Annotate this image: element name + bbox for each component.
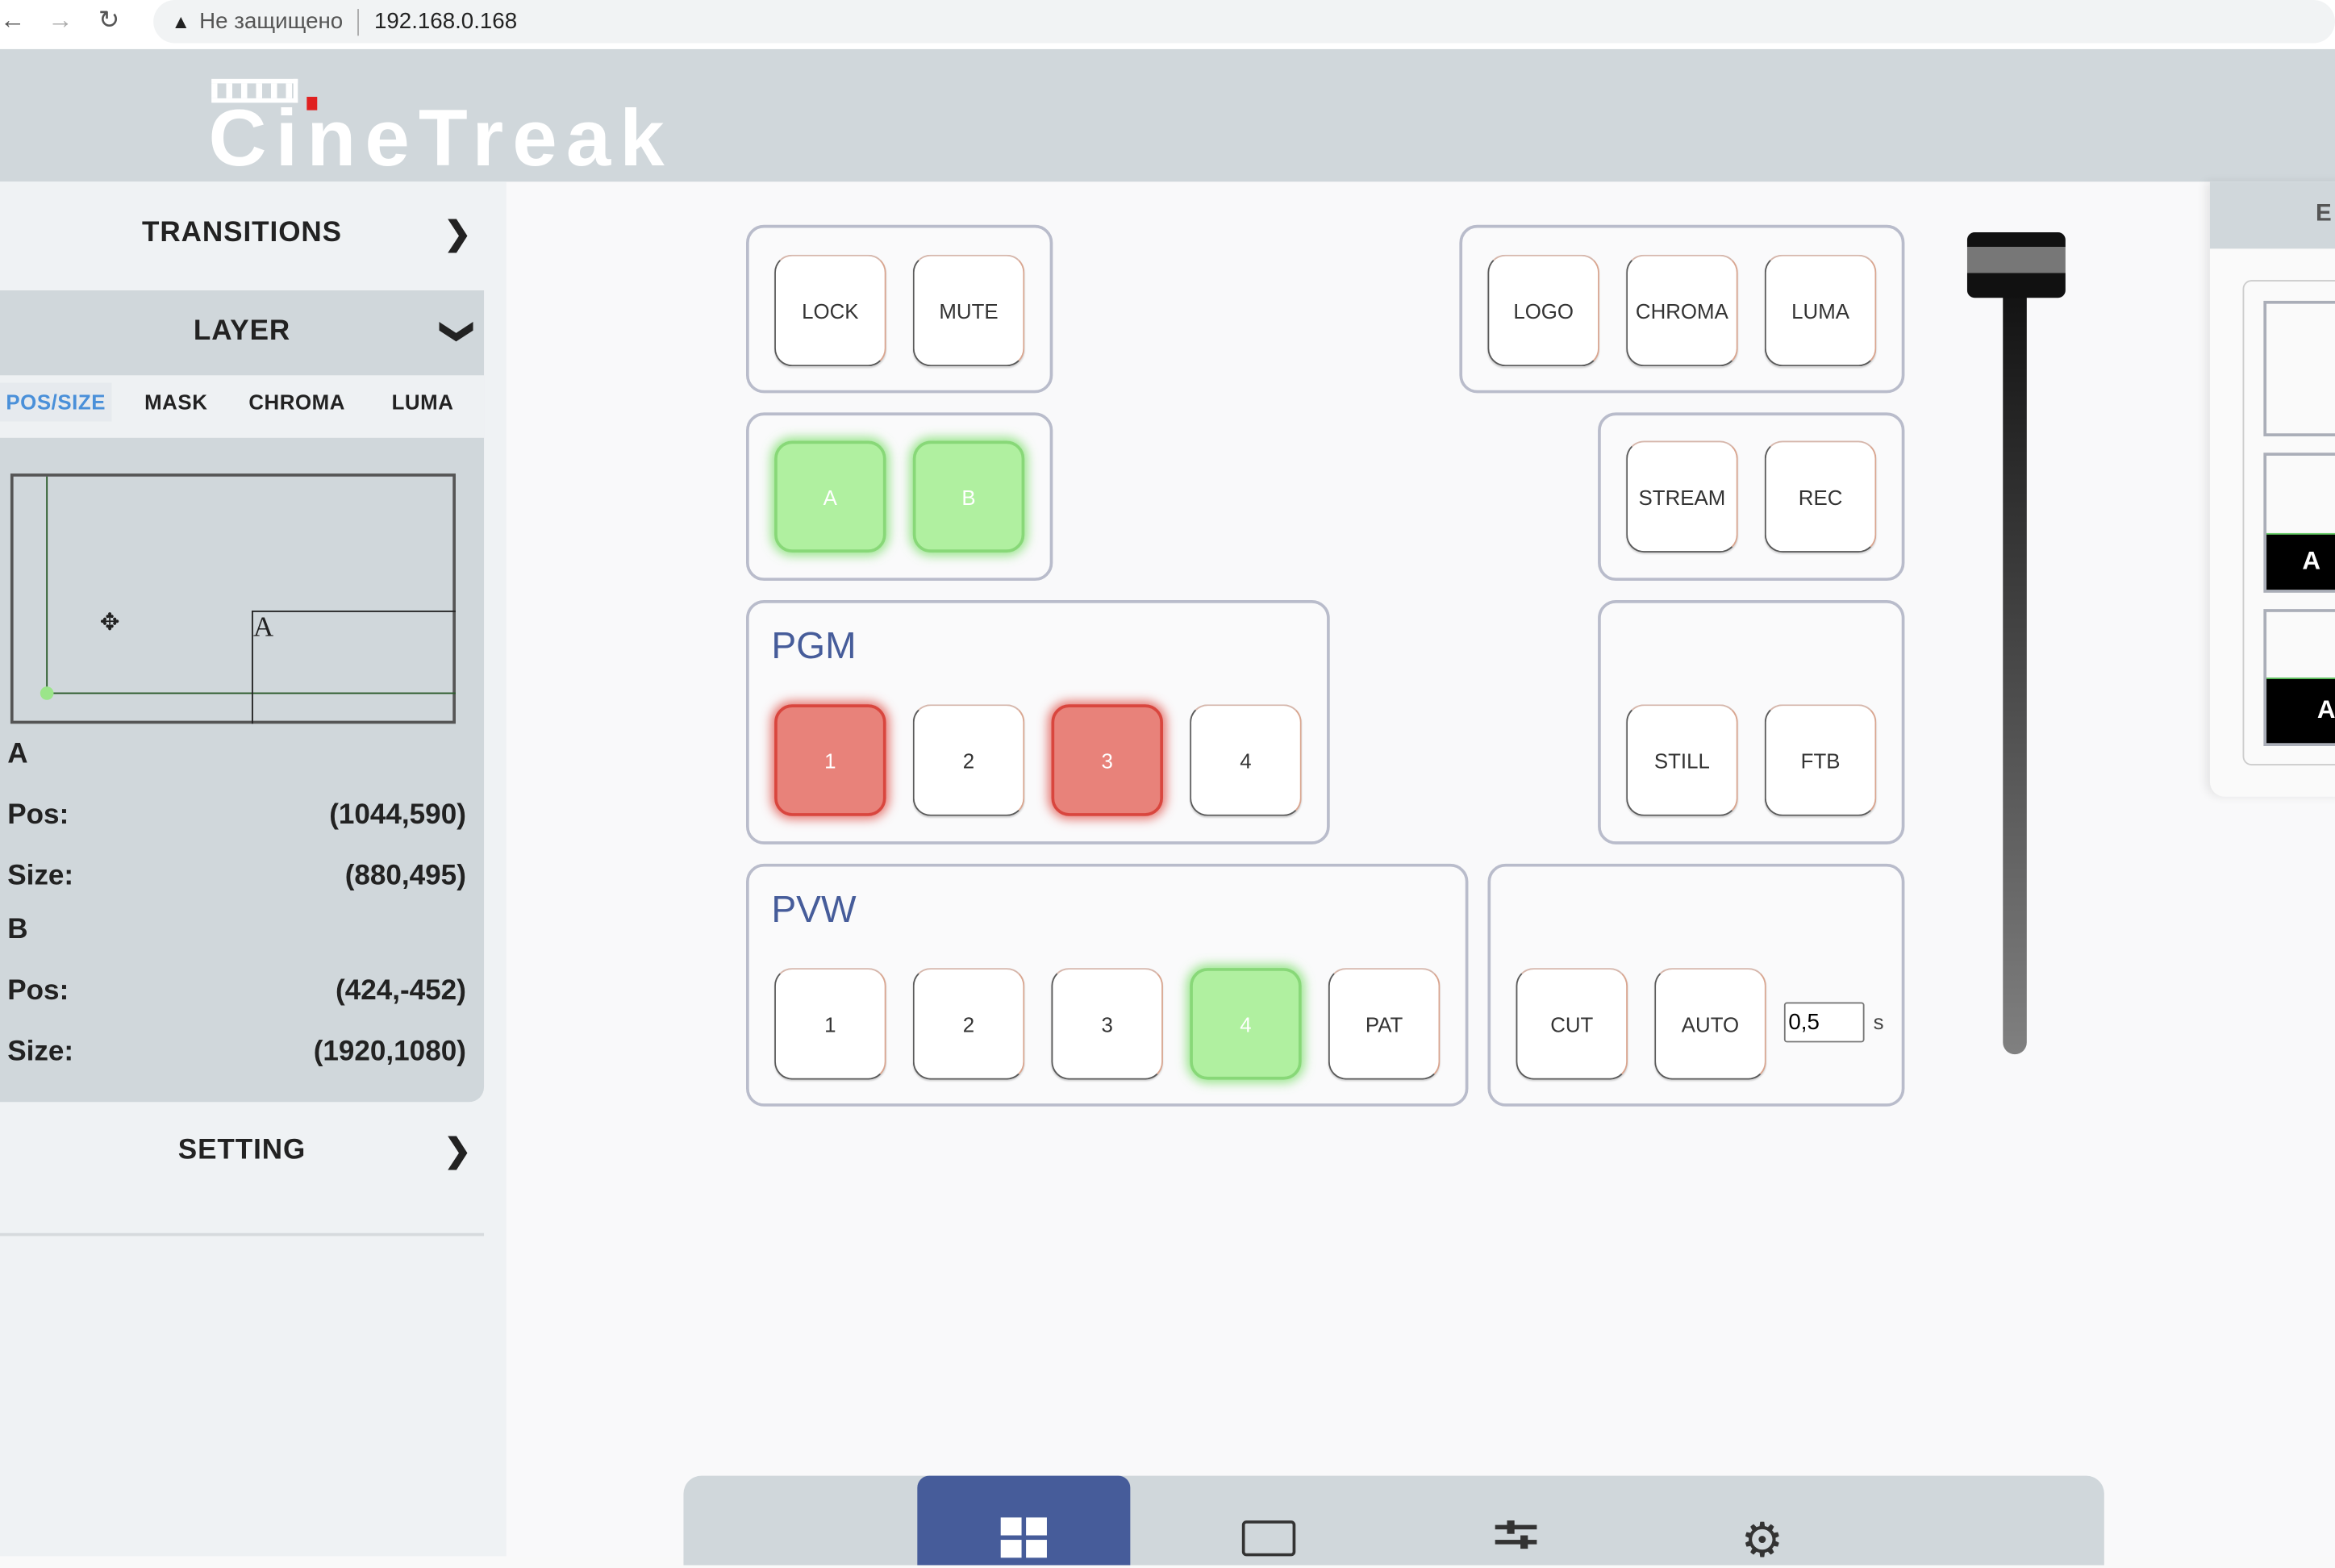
tab-chroma[interactable]: CHROMA: [248, 390, 345, 415]
pgm-label: PGM: [771, 625, 857, 668]
gear-icon[interactable]: ⚙: [1741, 1512, 1783, 1568]
resize-handle[interactable]: [40, 686, 54, 700]
source-thumb[interactable]: A: [2263, 609, 2335, 746]
luma-button[interactable]: LUMA: [1764, 254, 1877, 367]
cut-button[interactable]: CUT: [1516, 968, 1628, 1080]
layer-b-name: B: [7, 914, 28, 946]
tab-luma[interactable]: LUMA: [392, 390, 454, 415]
nav-dashboard[interactable]: [917, 1475, 1131, 1566]
warning-icon: ▲: [171, 10, 191, 33]
browser-toolbar: ← → ↻ ▲ Не защищено 192.168.0.168: [0, 0, 2335, 49]
layer-a-pos: (1044,590): [329, 799, 466, 832]
url-text: 192.168.0.168: [373, 9, 518, 35]
pgm-4-button[interactable]: 4: [1190, 704, 1302, 816]
source-thumb[interactable]: A: [2263, 452, 2335, 593]
pvw-label: PVW: [771, 889, 857, 931]
layer-b-button[interactable]: B: [912, 440, 1025, 553]
chevron-right-icon: ❯: [444, 214, 473, 252]
pgm-3-button[interactable]: 3: [1051, 704, 1163, 816]
layer-preview-canvas[interactable]: A ✥: [10, 473, 456, 724]
tab-pos-size[interactable]: POS/SIZE: [0, 382, 112, 422]
bottom-nav: ⚙: [683, 1475, 2104, 1568]
chroma-button[interactable]: CHROMA: [1626, 254, 1738, 367]
right-panel-header: E: [2315, 201, 2332, 227]
grid-icon: [1000, 1517, 1049, 1566]
still-button[interactable]: STILL: [1626, 704, 1738, 816]
layer-a-size: (880,495): [344, 861, 466, 892]
pvw-4-button[interactable]: 4: [1190, 968, 1302, 1080]
layer-b-pos: (424,-452): [336, 975, 466, 1007]
logo: CineTreak: [208, 76, 833, 183]
duration-unit: s: [1873, 1009, 1884, 1034]
pvw-2-button[interactable]: 2: [912, 968, 1025, 1080]
tab-mask[interactable]: MASK: [144, 390, 207, 415]
t-bar-handle[interactable]: [1966, 232, 2066, 298]
pvw-1-button[interactable]: 1: [774, 968, 886, 1080]
t-bar-track[interactable]: [2003, 282, 2027, 1055]
auto-button[interactable]: AUTO: [1654, 968, 1766, 1080]
pgm-1-button[interactable]: 1: [774, 704, 886, 816]
right-panel: E A A: [2209, 181, 2335, 797]
layer-a-name: A: [7, 738, 28, 770]
address-bar[interactable]: ▲ Не защищено 192.168.0.168: [153, 0, 2335, 44]
back-icon[interactable]: ←: [0, 6, 25, 35]
layer-a-rect[interactable]: A: [252, 610, 456, 724]
duration-input[interactable]: [1783, 1002, 1865, 1043]
stream-button[interactable]: STREAM: [1626, 440, 1738, 553]
ftb-button[interactable]: FTB: [1764, 704, 1877, 816]
layer-section[interactable]: LAYER ❯: [0, 295, 484, 369]
reload-icon[interactable]: ↻: [98, 6, 119, 35]
layer-a-button[interactable]: A: [774, 440, 886, 553]
security-label: Не защищено: [199, 9, 344, 35]
forward-icon[interactable]: →: [48, 6, 73, 35]
move-cursor-icon: ✥: [99, 610, 120, 636]
layer-b-size: (1920,1080): [313, 1036, 466, 1068]
chevron-down-icon: ❯: [440, 318, 477, 347]
monitor-icon[interactable]: [1241, 1520, 1296, 1557]
chevron-right-icon: ❯: [444, 1132, 473, 1170]
sliders-icon[interactable]: [1495, 1520, 1537, 1560]
lock-button[interactable]: LOCK: [774, 254, 886, 367]
transitions-section[interactable]: TRANSITIONS ❯: [0, 190, 484, 277]
rec-button[interactable]: REC: [1764, 440, 1877, 553]
mute-button[interactable]: MUTE: [912, 254, 1025, 367]
app-header: CineTreak: [0, 48, 2335, 183]
divider: [0, 1232, 485, 1236]
logo-button[interactable]: LOGO: [1487, 254, 1599, 367]
pvw-3-button[interactable]: 3: [1051, 968, 1163, 1080]
pvw-pat-button[interactable]: PAT: [1328, 968, 1441, 1080]
pgm-2-button[interactable]: 2: [912, 704, 1025, 816]
setting-section[interactable]: SETTING ❯: [0, 1109, 484, 1192]
